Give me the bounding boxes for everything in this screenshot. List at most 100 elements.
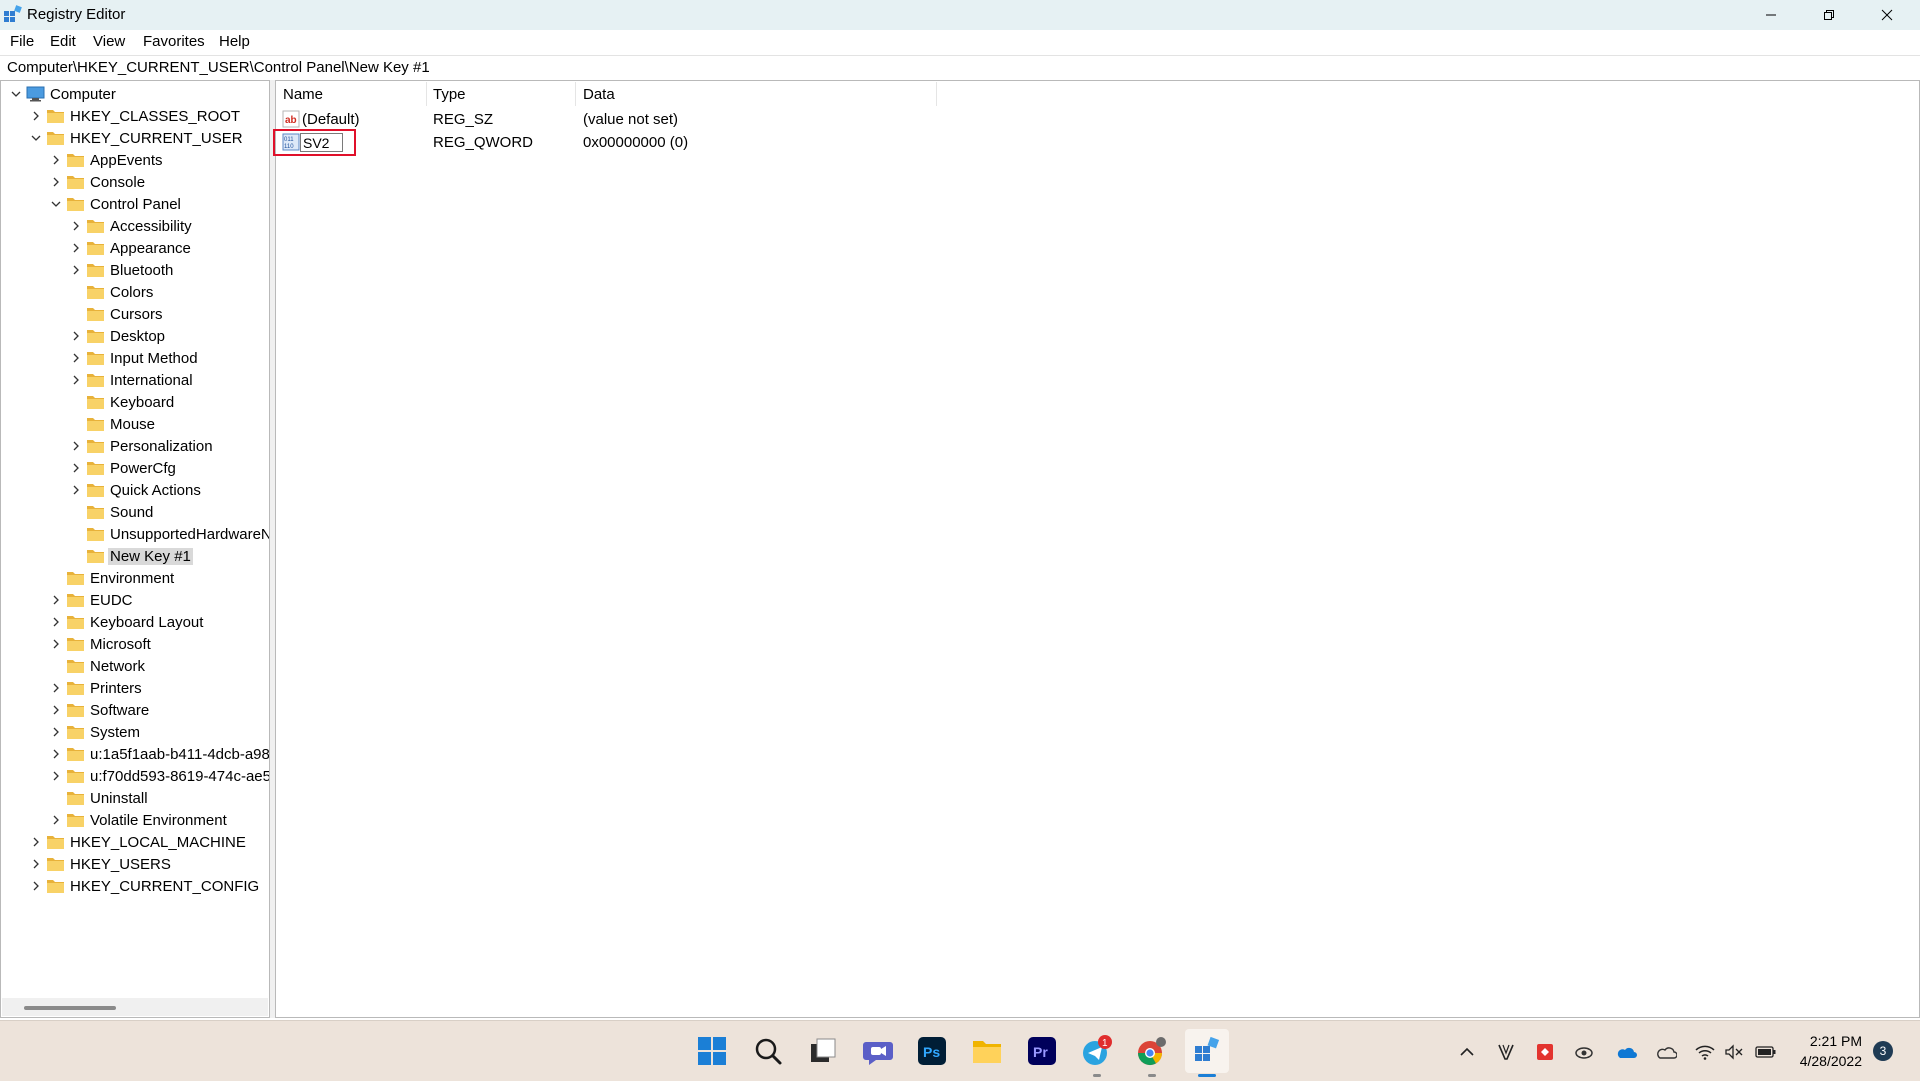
tree-item[interactable]: u:f70dd593-8619-474c-ae5 bbox=[1, 765, 269, 787]
battery-button[interactable] bbox=[1753, 1041, 1779, 1063]
tree-item[interactable]: Desktop bbox=[1, 325, 269, 347]
chevron-right-icon[interactable] bbox=[48, 633, 64, 655]
chevron-right-icon[interactable] bbox=[48, 699, 64, 721]
notification-badge[interactable]: 3 bbox=[1873, 1041, 1893, 1061]
column-divider[interactable] bbox=[426, 82, 427, 106]
restore-button[interactable] bbox=[1800, 0, 1858, 30]
tree-item[interactable]: Network bbox=[1, 655, 269, 677]
chevron-right-icon[interactable] bbox=[68, 215, 84, 237]
volume-button[interactable] bbox=[1722, 1041, 1746, 1063]
vpn-tray-button[interactable] bbox=[1494, 1041, 1518, 1063]
tree-item[interactable]: Printers bbox=[1, 677, 269, 699]
chevron-right-icon[interactable] bbox=[48, 149, 64, 171]
chevron-right-icon[interactable] bbox=[48, 743, 64, 765]
tree-item[interactable]: UnsupportedHardwareN bbox=[1, 523, 269, 545]
teams-chat-button[interactable] bbox=[856, 1029, 900, 1073]
column-header-data[interactable]: Data bbox=[583, 86, 615, 103]
chevron-right-icon[interactable] bbox=[48, 809, 64, 831]
task-view-button[interactable] bbox=[801, 1029, 845, 1073]
tree-item[interactable]: Accessibility bbox=[1, 215, 269, 237]
tree-item[interactable]: Cursors bbox=[1, 303, 269, 325]
chevron-right-icon[interactable] bbox=[68, 435, 84, 457]
chevron-right-icon[interactable] bbox=[48, 765, 64, 787]
column-header-type[interactable]: Type bbox=[433, 86, 466, 103]
tree-item[interactable]: Environment bbox=[1, 567, 269, 589]
chrome-button[interactable] bbox=[1130, 1029, 1174, 1073]
onedrive-business-button[interactable] bbox=[1614, 1041, 1638, 1063]
chevron-right-icon[interactable] bbox=[28, 853, 44, 875]
tree-item[interactable]: Uninstall bbox=[1, 787, 269, 809]
chevron-right-icon[interactable] bbox=[68, 369, 84, 391]
tree-item[interactable]: Input Method bbox=[1, 347, 269, 369]
telegram-button[interactable]: 1 bbox=[1075, 1029, 1119, 1073]
tree-item[interactable]: Keyboard bbox=[1, 391, 269, 413]
column-header-name[interactable]: Name bbox=[283, 86, 323, 103]
chevron-right-icon[interactable] bbox=[68, 479, 84, 501]
tree-item[interactable]: HKEY_CLASSES_ROOT bbox=[1, 105, 269, 127]
app-tray-button[interactable] bbox=[1533, 1041, 1557, 1063]
chevron-down-icon[interactable] bbox=[28, 127, 44, 149]
tree-item[interactable]: Keyboard Layout bbox=[1, 611, 269, 633]
photoshop-button[interactable]: Ps bbox=[910, 1029, 954, 1073]
values-list[interactable] bbox=[275, 80, 1920, 1018]
start-button[interactable] bbox=[690, 1029, 734, 1073]
tree-item[interactable]: Control Panel bbox=[1, 193, 269, 215]
tree-item[interactable]: International bbox=[1, 369, 269, 391]
chevron-right-icon[interactable] bbox=[68, 457, 84, 479]
cloud-sync-button[interactable] bbox=[1572, 1041, 1596, 1063]
tree-item[interactable]: Volatile Environment bbox=[1, 809, 269, 831]
tree-item[interactable]: Quick Actions bbox=[1, 479, 269, 501]
chevron-right-icon[interactable] bbox=[28, 831, 44, 853]
chevron-right-icon[interactable] bbox=[68, 237, 84, 259]
search-button[interactable] bbox=[746, 1029, 790, 1073]
tree-item[interactable]: New Key #1 bbox=[1, 545, 269, 567]
value-row[interactable]: 011 110 REG_QWORD 0x00000000 (0) bbox=[280, 133, 980, 155]
tree-item[interactable]: Microsoft bbox=[1, 633, 269, 655]
tree-item[interactable]: Computer bbox=[1, 83, 269, 105]
tree-item[interactable]: Mouse bbox=[1, 413, 269, 435]
file-explorer-button[interactable] bbox=[965, 1029, 1009, 1073]
key-tree[interactable]: Computer HKEY_CLASSES_ROOT HKEY_CURRENT_US… bbox=[0, 80, 270, 1018]
column-divider[interactable] bbox=[936, 82, 937, 106]
tree-item[interactable]: Appearance bbox=[1, 237, 269, 259]
menu-favorites[interactable]: Favorites bbox=[143, 33, 205, 50]
chevron-right-icon[interactable] bbox=[48, 611, 64, 633]
tree-item[interactable]: HKEY_CURRENT_USER bbox=[1, 127, 269, 149]
tree-item[interactable]: System bbox=[1, 721, 269, 743]
chevron-right-icon[interactable] bbox=[28, 105, 44, 127]
tree-horizontal-scrollbar[interactable] bbox=[2, 998, 268, 1016]
address-bar[interactable]: Computer\HKEY_CURRENT_USER\Control Panel… bbox=[0, 55, 1920, 81]
network-button[interactable] bbox=[1693, 1041, 1717, 1063]
minimize-button[interactable] bbox=[1742, 0, 1800, 30]
chevron-right-icon[interactable] bbox=[48, 589, 64, 611]
tree-item[interactable]: HKEY_CURRENT_CONFIG bbox=[1, 875, 269, 897]
tree-item[interactable]: HKEY_USERS bbox=[1, 853, 269, 875]
menu-edit[interactable]: Edit bbox=[50, 33, 76, 50]
chevron-down-icon[interactable] bbox=[48, 193, 64, 215]
chevron-right-icon[interactable] bbox=[68, 325, 84, 347]
close-button[interactable] bbox=[1858, 0, 1916, 30]
tree-item[interactable]: AppEvents bbox=[1, 149, 269, 171]
tree-item[interactable]: Colors bbox=[1, 281, 269, 303]
chevron-down-icon[interactable] bbox=[8, 83, 24, 105]
chevron-right-icon[interactable] bbox=[28, 875, 44, 897]
premiere-button[interactable]: Pr bbox=[1020, 1029, 1064, 1073]
tree-item[interactable]: Personalization bbox=[1, 435, 269, 457]
tree-item[interactable]: Console bbox=[1, 171, 269, 193]
clock[interactable]: 2:21 PM 4/28/2022 bbox=[1790, 1031, 1862, 1071]
tree-item[interactable]: Sound bbox=[1, 501, 269, 523]
chevron-right-icon[interactable] bbox=[48, 721, 64, 743]
chevron-right-icon[interactable] bbox=[68, 259, 84, 281]
chevron-right-icon[interactable] bbox=[68, 347, 84, 369]
menu-view[interactable]: View bbox=[93, 33, 125, 50]
tree-item[interactable]: Software bbox=[1, 699, 269, 721]
column-divider[interactable] bbox=[575, 82, 576, 106]
onedrive-personal-button[interactable] bbox=[1654, 1041, 1678, 1063]
chevron-right-icon[interactable] bbox=[48, 171, 64, 193]
value-row[interactable]: ab (Default) REG_SZ (value not set) bbox=[280, 110, 980, 132]
show-hidden-icons-button[interactable] bbox=[1455, 1041, 1479, 1063]
tree-item[interactable]: PowerCfg bbox=[1, 457, 269, 479]
scrollbar-thumb[interactable] bbox=[24, 1006, 116, 1010]
chevron-right-icon[interactable] bbox=[48, 677, 64, 699]
menu-file[interactable]: File bbox=[10, 33, 34, 50]
